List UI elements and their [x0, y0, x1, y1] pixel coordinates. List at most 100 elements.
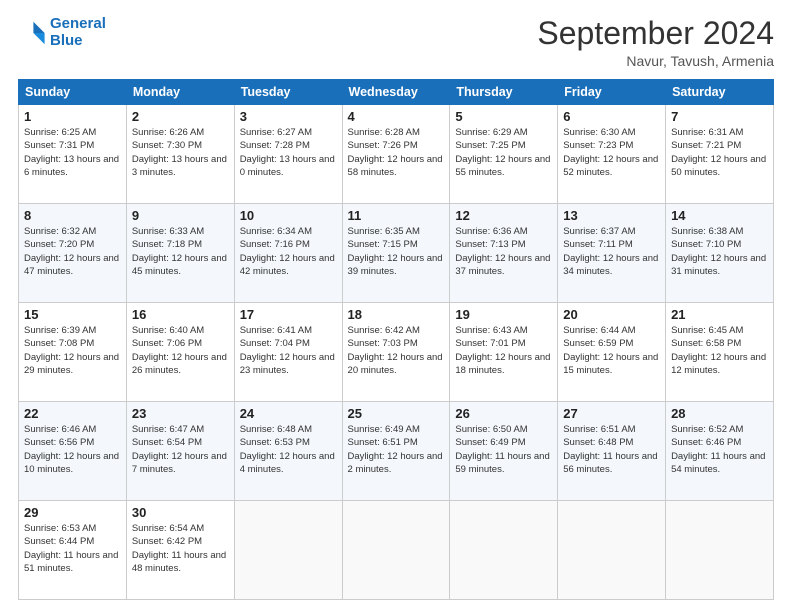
logo: General Blue	[18, 16, 106, 49]
cell-info: Sunrise: 6:32 AMSunset: 7:20 PMDaylight:…	[24, 225, 121, 278]
day-number: 21	[671, 307, 768, 322]
day-number: 28	[671, 406, 768, 421]
day-number: 27	[563, 406, 660, 421]
weekday-header-friday: Friday	[558, 80, 666, 105]
day-number: 29	[24, 505, 121, 520]
cell-info: Sunrise: 6:40 AMSunset: 7:06 PMDaylight:…	[132, 324, 229, 377]
calendar-cell: 29 Sunrise: 6:53 AMSunset: 6:44 PMDayligh…	[19, 501, 127, 600]
calendar-cell: 25 Sunrise: 6:49 AMSunset: 6:51 PMDayligh…	[342, 402, 450, 501]
cell-info: Sunrise: 6:31 AMSunset: 7:21 PMDaylight:…	[671, 126, 768, 179]
calendar-cell	[666, 501, 774, 600]
weekday-header-saturday: Saturday	[666, 80, 774, 105]
cell-info: Sunrise: 6:30 AMSunset: 7:23 PMDaylight:…	[563, 126, 660, 179]
calendar-cell	[558, 501, 666, 600]
calendar-cell: 8 Sunrise: 6:32 AMSunset: 7:20 PMDaylight…	[19, 204, 127, 303]
cell-info: Sunrise: 6:45 AMSunset: 6:58 PMDaylight:…	[671, 324, 768, 377]
day-number: 26	[455, 406, 552, 421]
day-number: 24	[240, 406, 337, 421]
calendar-cell: 18Sunrise: 6:42 AMSunset: 7:03 PMDayligh…	[342, 303, 450, 402]
day-number: 18	[348, 307, 445, 322]
calendar-cell: 26 Sunrise: 6:50 AMSunset: 6:49 PMDayligh…	[450, 402, 558, 501]
cell-info: Sunrise: 6:25 AMSunset: 7:31 PMDaylight:…	[24, 126, 121, 179]
calendar-cell: 22 Sunrise: 6:46 AMSunset: 6:56 PMDayligh…	[19, 402, 127, 501]
day-number: 13	[563, 208, 660, 223]
cell-info: Sunrise: 6:52 AMSunset: 6:46 PMDaylight:…	[671, 423, 768, 476]
weekday-header-monday: Monday	[126, 80, 234, 105]
day-number: 20	[563, 307, 660, 322]
calendar-cell: 3Sunrise: 6:27 AMSunset: 7:28 PMDaylight…	[234, 105, 342, 204]
calendar-cell: 4 Sunrise: 6:28 AMSunset: 7:26 PMDaylight…	[342, 105, 450, 204]
weekday-header-thursday: Thursday	[450, 80, 558, 105]
cell-info: Sunrise: 6:38 AMSunset: 7:10 PMDaylight:…	[671, 225, 768, 278]
cell-info: Sunrise: 6:27 AMSunset: 7:28 PMDaylight:…	[240, 126, 337, 179]
day-number: 14	[671, 208, 768, 223]
weekday-header-sunday: Sunday	[19, 80, 127, 105]
calendar-cell: 21 Sunrise: 6:45 AMSunset: 6:58 PMDayligh…	[666, 303, 774, 402]
day-number: 9	[132, 208, 229, 223]
day-number: 1	[24, 109, 121, 124]
day-number: 12	[455, 208, 552, 223]
cell-info: Sunrise: 6:47 AMSunset: 6:54 PMDaylight:…	[132, 423, 229, 476]
calendar-cell	[234, 501, 342, 600]
calendar-cell: 14 Sunrise: 6:38 AMSunset: 7:10 PMDayligh…	[666, 204, 774, 303]
day-number: 2	[132, 109, 229, 124]
calendar-cell: 19Sunrise: 6:43 AMSunset: 7:01 PMDayligh…	[450, 303, 558, 402]
logo-text: General Blue	[50, 16, 106, 49]
calendar-cell: 1 Sunrise: 6:25 AMSunset: 7:31 PMDaylight…	[19, 105, 127, 204]
cell-info: Sunrise: 6:53 AMSunset: 6:44 PMDaylight:…	[24, 522, 121, 575]
cell-info: Sunrise: 6:29 AMSunset: 7:25 PMDaylight:…	[455, 126, 552, 179]
week-row-5: 29 Sunrise: 6:53 AMSunset: 6:44 PMDayligh…	[19, 501, 774, 600]
day-number: 22	[24, 406, 121, 421]
day-number: 8	[24, 208, 121, 223]
logo-line1: General	[50, 15, 106, 32]
week-row-1: 1 Sunrise: 6:25 AMSunset: 7:31 PMDaylight…	[19, 105, 774, 204]
day-number: 11	[348, 208, 445, 223]
cell-info: Sunrise: 6:35 AMSunset: 7:15 PMDaylight:…	[348, 225, 445, 278]
day-number: 7	[671, 109, 768, 124]
calendar-cell: 6 Sunrise: 6:30 AMSunset: 7:23 PMDaylight…	[558, 105, 666, 204]
cell-info: Sunrise: 6:46 AMSunset: 6:56 PMDaylight:…	[24, 423, 121, 476]
calendar-cell: 2 Sunrise: 6:26 AMSunset: 7:30 PMDaylight…	[126, 105, 234, 204]
cell-info: Sunrise: 6:44 AMSunset: 6:59 PMDaylight:…	[563, 324, 660, 377]
cell-info: Sunrise: 6:48 AMSunset: 6:53 PMDaylight:…	[240, 423, 337, 476]
day-number: 6	[563, 109, 660, 124]
calendar-cell: 12Sunrise: 6:36 AMSunset: 7:13 PMDayligh…	[450, 204, 558, 303]
calendar-cell	[450, 501, 558, 600]
day-number: 30	[132, 505, 229, 520]
calendar-cell: 10Sunrise: 6:34 AMSunset: 7:16 PMDayligh…	[234, 204, 342, 303]
calendar-cell: 17 Sunrise: 6:41 AMSunset: 7:04 PMDayligh…	[234, 303, 342, 402]
day-number: 23	[132, 406, 229, 421]
day-number: 16	[132, 307, 229, 322]
day-number: 17	[240, 307, 337, 322]
cell-info: Sunrise: 6:43 AMSunset: 7:01 PMDaylight:…	[455, 324, 552, 377]
title-block: September 2024 Navur, Tavush, Armenia	[537, 16, 774, 69]
calendar-cell: 23 Sunrise: 6:47 AMSunset: 6:54 PMDayligh…	[126, 402, 234, 501]
calendar-cell: 7 Sunrise: 6:31 AMSunset: 7:21 PMDaylight…	[666, 105, 774, 204]
day-number: 25	[348, 406, 445, 421]
day-number: 4	[348, 109, 445, 124]
calendar-cell: 30 Sunrise: 6:54 AMSunset: 6:42 PMDayligh…	[126, 501, 234, 600]
calendar-cell: 24 Sunrise: 6:48 AMSunset: 6:53 PMDayligh…	[234, 402, 342, 501]
location-subtitle: Navur, Tavush, Armenia	[537, 53, 774, 69]
calendar-cell: 13Sunrise: 6:37 AMSunset: 7:11 PMDayligh…	[558, 204, 666, 303]
calendar-cell: 9 Sunrise: 6:33 AMSunset: 7:18 PMDaylight…	[126, 204, 234, 303]
week-row-2: 8 Sunrise: 6:32 AMSunset: 7:20 PMDaylight…	[19, 204, 774, 303]
cell-info: Sunrise: 6:54 AMSunset: 6:42 PMDaylight:…	[132, 522, 229, 575]
calendar-cell: 11 Sunrise: 6:35 AMSunset: 7:15 PMDayligh…	[342, 204, 450, 303]
month-title: September 2024	[537, 16, 774, 51]
cell-info: Sunrise: 6:39 AMSunset: 7:08 PMDaylight:…	[24, 324, 121, 377]
cell-info: Sunrise: 6:50 AMSunset: 6:49 PMDaylight:…	[455, 423, 552, 476]
calendar-cell: 16 Sunrise: 6:40 AMSunset: 7:06 PMDayligh…	[126, 303, 234, 402]
cell-info: Sunrise: 6:26 AMSunset: 7:30 PMDaylight:…	[132, 126, 229, 179]
day-number: 5	[455, 109, 552, 124]
calendar-table: SundayMondayTuesdayWednesdayThursdayFrid…	[18, 79, 774, 600]
week-row-3: 15Sunrise: 6:39 AMSunset: 7:08 PMDayligh…	[19, 303, 774, 402]
logo-line2: Blue	[50, 32, 83, 49]
calendar-cell: 20 Sunrise: 6:44 AMSunset: 6:59 PMDayligh…	[558, 303, 666, 402]
week-row-4: 22 Sunrise: 6:46 AMSunset: 6:56 PMDayligh…	[19, 402, 774, 501]
cell-info: Sunrise: 6:33 AMSunset: 7:18 PMDaylight:…	[132, 225, 229, 278]
weekday-header-tuesday: Tuesday	[234, 80, 342, 105]
cell-info: Sunrise: 6:49 AMSunset: 6:51 PMDaylight:…	[348, 423, 445, 476]
cell-info: Sunrise: 6:41 AMSunset: 7:04 PMDaylight:…	[240, 324, 337, 377]
cell-info: Sunrise: 6:28 AMSunset: 7:26 PMDaylight:…	[348, 126, 445, 179]
